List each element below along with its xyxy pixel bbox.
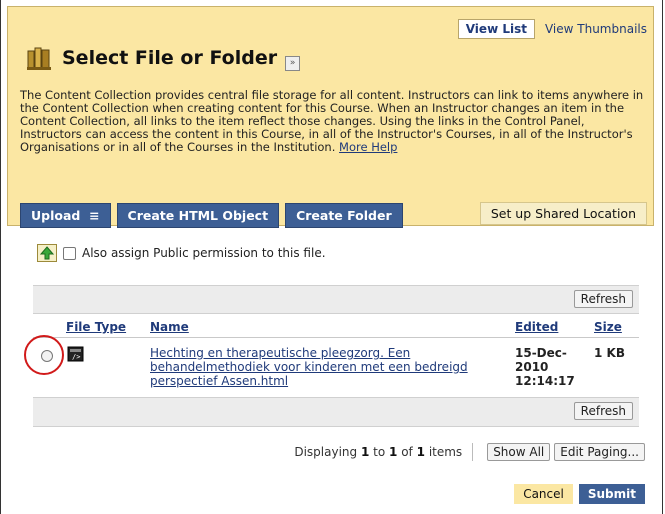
- tab-view-thumbnails[interactable]: View Thumbnails: [535, 20, 647, 38]
- paging-of-word: of: [401, 445, 413, 459]
- column-name[interactable]: Name: [150, 320, 189, 334]
- tab-view-list[interactable]: View List: [457, 19, 535, 39]
- show-all-button[interactable]: Show All: [487, 443, 551, 461]
- window-border-right: [662, 0, 663, 514]
- paging-divider: [472, 443, 474, 461]
- double-chevron-down-icon[interactable]: »: [285, 55, 301, 71]
- refresh-button-bottom[interactable]: Refresh: [573, 402, 633, 420]
- column-file-type[interactable]: File Type: [66, 320, 126, 334]
- refresh-button-top[interactable]: Refresh: [573, 290, 633, 308]
- edited-time: 12:14:17: [515, 374, 575, 388]
- more-help-link[interactable]: More Help: [339, 140, 397, 154]
- title-row: Select File or Folder »: [26, 45, 301, 71]
- page-title: Select File or Folder: [62, 47, 278, 69]
- description-text: The Content Collection provides central …: [20, 88, 644, 154]
- create-html-object-button[interactable]: Create HTML Object: [116, 203, 280, 228]
- paging-to-word: to: [373, 445, 386, 459]
- edited-date: 15-Dec-: [515, 346, 567, 360]
- table-toolbar-top: Refresh: [33, 285, 639, 314]
- column-size[interactable]: Size: [594, 320, 622, 334]
- edited-year: 2010: [515, 360, 549, 374]
- form-actions: Cancel Submit: [514, 484, 645, 504]
- radio-highlight-circle: [24, 335, 64, 375]
- edit-paging-button[interactable]: Edit Paging...: [554, 443, 645, 461]
- window-border-left: [0, 0, 1, 514]
- upload-permission-row: Also assign Public permission to this fi…: [37, 244, 326, 262]
- paging-prefix: Displaying: [294, 445, 358, 459]
- cancel-button[interactable]: Cancel: [514, 484, 573, 504]
- paging-row: Displaying 1 to 1 of 1 items Show All Ed…: [294, 443, 645, 461]
- file-name-link[interactable]: Hechting en therapeutische pleegzorg. Ee…: [150, 346, 495, 388]
- action-buttons: Upload ≡ Create HTML Object Create Folde…: [20, 203, 409, 228]
- file-edited: 15-Dec- 2010 12:14:17: [515, 346, 585, 388]
- description: The Content Collection provides central …: [20, 89, 645, 154]
- view-tabs: View List View Thumbnails: [457, 19, 647, 39]
- paging-from: 1: [360, 445, 370, 459]
- svg-text:/>: />: [72, 353, 80, 361]
- file-size: 1 KB: [594, 346, 625, 360]
- upload-label: Upload: [31, 208, 81, 223]
- paging-total: 1: [416, 445, 425, 459]
- submit-button[interactable]: Submit: [578, 484, 645, 504]
- public-permission-label: Also assign Public permission to this fi…: [82, 246, 326, 260]
- column-edited[interactable]: Edited: [515, 320, 558, 334]
- paging-items-word: items: [428, 445, 463, 459]
- create-folder-button[interactable]: Create Folder: [285, 203, 403, 228]
- table-toolbar-bottom: Refresh: [33, 397, 639, 427]
- upload-arrow-icon[interactable]: [37, 244, 57, 262]
- upload-button[interactable]: Upload ≡: [20, 203, 111, 228]
- column-divider: [33, 337, 639, 338]
- chevron-down-icon: ≡: [84, 208, 100, 223]
- paging-summary: Displaying 1 to 1 of 1 items: [294, 445, 462, 459]
- paging-to: 1: [389, 445, 398, 459]
- header-panel: View List View Thumbnails Select File or…: [7, 6, 654, 228]
- shared-location-button[interactable]: Set up Shared Location: [479, 202, 647, 225]
- html-file-icon: />: [67, 346, 84, 362]
- folder-stack-icon: [27, 47, 51, 70]
- public-permission-checkbox[interactable]: [63, 246, 76, 260]
